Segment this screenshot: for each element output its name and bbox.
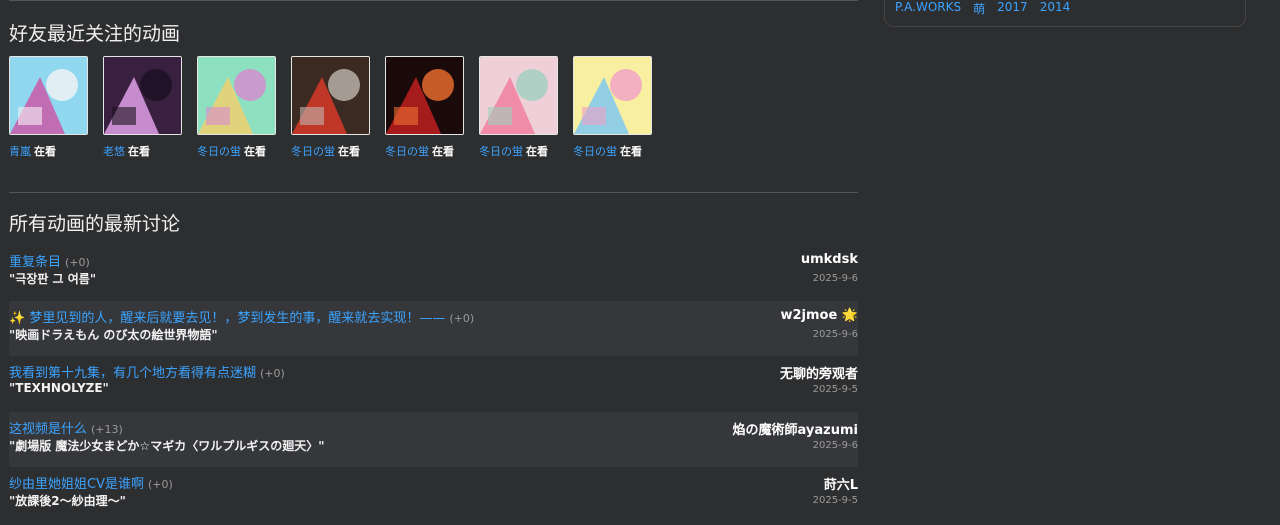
- tag-link[interactable]: 2017: [997, 0, 1028, 17]
- topic-title: ✨ 梦里见到的人，醒来后就要去见！，梦到发生的事，醒来就去实现！—— (+0): [9, 307, 474, 326]
- friend-user-link[interactable]: 冬日の蛍: [573, 145, 617, 158]
- topic-row: ✨ 梦里见到的人，醒来后就要去见！，梦到发生的事，醒来就去实现！—— (+0) "映…: [9, 300, 858, 357]
- anime-cover-thumbnail[interactable]: [9, 56, 88, 135]
- anime-cover-image: [574, 57, 651, 134]
- friend-user-link[interactable]: 老悠: [103, 145, 125, 158]
- topic-subject[interactable]: "映画ドラえもん のび太の絵世界物語": [9, 326, 218, 343]
- topic-title-link[interactable]: 这视频是什么: [9, 422, 87, 437]
- topic-title-link[interactable]: 我看到第十九集，有几个地方看得有点迷糊: [9, 366, 256, 381]
- watch-status: 在看: [34, 145, 56, 158]
- topics-section-title: 所有动画的最新讨论: [9, 213, 181, 235]
- reply-count: (+0): [260, 367, 285, 381]
- friend-caption: 冬日の蛍 在看: [291, 143, 385, 159]
- friends-section-title: 好友最近关注的动画: [9, 23, 181, 45]
- tag-link[interactable]: P.A.WORKS: [895, 0, 961, 17]
- friend-user-link[interactable]: 冬日の蛍: [479, 145, 523, 158]
- anime-cover-image: [292, 57, 369, 134]
- friend-user-link[interactable]: 冬日の蛍: [291, 145, 335, 158]
- topic-row: 纱由里她姐姐CV是谁啊 (+0) "放課後2〜紗由理〜" 莳六L 2025-9-5: [9, 467, 858, 523]
- topic-author[interactable]: 焰の魔術師ayazumi: [733, 419, 858, 438]
- topic-title: 我看到第十九集，有几个地方看得有点迷糊 (+0): [9, 362, 285, 381]
- watch-status: 在看: [338, 145, 360, 158]
- topic-date: 2025-9-6: [812, 273, 858, 284]
- topic-author[interactable]: 无聊的旁观者: [780, 363, 858, 382]
- topic-title: 纱由里她姐姐CV是谁啊 (+0): [9, 473, 173, 492]
- watch-status: 在看: [128, 145, 150, 158]
- reply-count: (+0): [449, 311, 475, 325]
- top-divider: [9, 0, 858, 1]
- friend-caption: 冬日の蛍 在看: [479, 143, 573, 159]
- tag-link[interactable]: 萌: [973, 0, 985, 17]
- friend-user-link[interactable]: 青嵐: [9, 145, 31, 158]
- topic-row: 这视频是什么 (+13) "劇場版 魔法少女まどか☆マギカ〈ワルプルギスの廻天〉" 焰…: [9, 411, 858, 468]
- friend-user-link[interactable]: 冬日の蛍: [197, 145, 241, 158]
- friend-anime-item: 青嵐 在看: [9, 56, 103, 159]
- friend-user-link[interactable]: 冬日の蛍: [385, 145, 429, 158]
- anime-cover-image: [386, 57, 463, 134]
- anime-cover-thumbnail[interactable]: [197, 56, 276, 135]
- topic-title-link[interactable]: 纱由里她姐姐CV是谁啊: [9, 477, 144, 492]
- topic-subject[interactable]: "劇場版 魔法少女まどか☆マギカ〈ワルプルギスの廻天〉": [9, 437, 324, 454]
- topic-date: 2025-9-5: [812, 384, 858, 396]
- watch-status: 在看: [244, 145, 266, 158]
- topic-row: 重复条目 (+0) "극장판 그 여름" umkdsk 2025-9-6: [9, 245, 858, 301]
- topic-date: 2025-9-6: [812, 328, 858, 340]
- friend-caption: 冬日の蛍 在看: [573, 143, 667, 159]
- topic-title: 这视频是什么 (+13): [9, 418, 123, 437]
- topic-subject[interactable]: "극장판 그 여름": [9, 270, 96, 287]
- topic-date: 2025-9-5: [812, 495, 858, 507]
- topic-title: 重复条目 (+0): [9, 251, 90, 270]
- anime-cover-thumbnail[interactable]: [573, 56, 652, 135]
- friend-anime-item: 冬日の蛍 在看: [385, 56, 479, 159]
- friend-anime-item: 冬日の蛍 在看: [479, 56, 573, 159]
- watch-status: 在看: [432, 145, 454, 158]
- topic-author[interactable]: umkdsk: [801, 252, 858, 267]
- reply-count: (+13): [91, 422, 123, 436]
- topic-subject[interactable]: "放課後2〜紗由理〜": [9, 492, 126, 509]
- topic-date: 2025-9-6: [812, 439, 858, 451]
- anime-cover-image: [480, 57, 557, 134]
- anime-cover-image: [104, 57, 181, 134]
- friend-anime-item: 冬日の蛍 在看: [291, 56, 385, 159]
- anime-cover-image: [198, 57, 275, 134]
- friend-anime-item: 冬日の蛍 在看: [573, 56, 667, 159]
- tag-link[interactable]: 2014: [1040, 0, 1071, 17]
- watch-status: 在看: [620, 145, 642, 158]
- friend-anime-item: 老悠 在看: [103, 56, 197, 159]
- anime-cover-thumbnail[interactable]: [291, 56, 370, 135]
- anime-cover-image: [10, 57, 87, 134]
- sidebar-tag-card: P.A.WORKS 萌 2017 2014: [884, 0, 1246, 27]
- tag-list: P.A.WORKS 萌 2017 2014: [895, 0, 1070, 17]
- topic-row: 我看到第十九集，有几个地方看得有点迷糊 (+0) "TEXHNOLYZE" 无聊的旁观…: [9, 356, 858, 412]
- topic-list: 重复条目 (+0) "극장판 그 여름" umkdsk 2025-9-6 ✨ 梦里见到的人…: [9, 245, 858, 523]
- topic-subject[interactable]: "TEXHNOLYZE": [9, 381, 109, 395]
- topic-author[interactable]: w2jmoe 🌟: [780, 308, 858, 323]
- friend-anime-item: 冬日の蛍 在看: [197, 56, 291, 159]
- reply-count: (+0): [147, 478, 173, 492]
- friends-thumb-row: 青嵐 在看 老悠 在看 冬日の蛍 在看 冬日の蛍 在看 冬日の蛍 在看 冬日の蛍 在看 冬日の蛍 在看: [9, 56, 667, 159]
- watch-status: 在看: [526, 145, 548, 158]
- friend-caption: 冬日の蛍 在看: [385, 143, 479, 159]
- friend-caption: 老悠 在看: [103, 143, 197, 159]
- section-divider: [9, 192, 858, 193]
- reply-count: (+0): [65, 256, 90, 269]
- anime-cover-thumbnail[interactable]: [103, 56, 182, 135]
- anime-cover-thumbnail[interactable]: [385, 56, 464, 135]
- friend-caption: 青嵐 在看: [9, 143, 103, 159]
- topic-title-link[interactable]: ✨ 梦里见到的人，醒来后就要去见！，梦到发生的事，醒来就去实现！——: [9, 311, 445, 326]
- anime-cover-thumbnail[interactable]: [479, 56, 558, 135]
- topic-title-link[interactable]: 重复条目: [9, 255, 61, 270]
- friend-caption: 冬日の蛍 在看: [197, 143, 291, 159]
- topic-author[interactable]: 莳六L: [824, 474, 858, 493]
